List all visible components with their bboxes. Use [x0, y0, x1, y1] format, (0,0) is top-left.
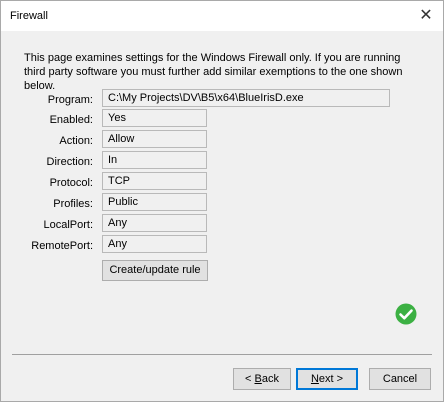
remoteport-label: RemotePort: — [31, 240, 93, 252]
protocol-field: TCP — [102, 172, 207, 190]
program-label: Program: — [47, 94, 93, 106]
protocol-label: Protocol: — [49, 177, 93, 189]
localport-label: LocalPort: — [43, 219, 93, 231]
back-rest: ack — [261, 373, 279, 385]
next-button[interactable]: Next > — [296, 368, 358, 390]
action-field: Allow — [102, 130, 207, 148]
create-update-rule-button[interactable]: Create/update rule — [102, 260, 208, 281]
footer-separator — [12, 354, 432, 355]
direction-field: In — [102, 151, 207, 169]
next-accelerator: N — [310, 373, 319, 385]
cancel-button[interactable]: Cancel — [369, 368, 431, 390]
profiles-label: Profiles: — [53, 198, 93, 210]
window-title: Firewall — [10, 10, 48, 22]
check-circle-icon — [395, 303, 417, 325]
remoteport-field: Any — [102, 235, 207, 253]
title-bar: Firewall ✕ — [1, 1, 443, 31]
back-accelerator: B — [254, 373, 262, 385]
firewall-dialog: Firewall ✕ This page examines settings f… — [0, 0, 444, 402]
close-icon[interactable]: ✕ — [413, 4, 439, 28]
back-button[interactable]: < Back — [233, 368, 291, 390]
next-rest: ext > — [318, 373, 344, 385]
action-label: Action: — [59, 135, 93, 147]
back-prefix: < — [245, 373, 255, 385]
profiles-field: Public — [102, 193, 207, 211]
direction-label: Direction: — [46, 156, 93, 168]
localport-field: Any — [102, 214, 207, 232]
enabled-label: Enabled: — [49, 114, 93, 126]
enabled-field: Yes — [102, 109, 207, 127]
program-field: C:\My Projects\DV\B5\x64\BlueIrisD.exe — [102, 89, 390, 107]
page-description: This page examines settings for the Wind… — [24, 52, 403, 92]
